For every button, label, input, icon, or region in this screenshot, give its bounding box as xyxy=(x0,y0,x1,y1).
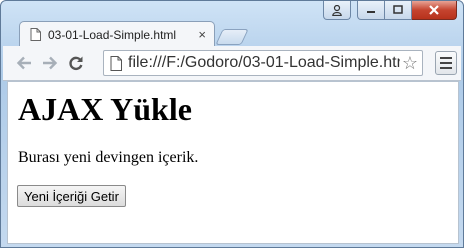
bookmark-star-icon[interactable]: ☆ xyxy=(399,53,418,74)
page-heading: AJAX Yükle xyxy=(18,91,192,127)
minimize-button[interactable] xyxy=(357,1,385,20)
back-button[interactable] xyxy=(11,50,37,76)
browser-tab[interactable]: 03-01-Load-Simple.html × xyxy=(19,21,215,47)
document-icon xyxy=(30,28,41,41)
url-text: file:///F:/Godoro/03-01-Load-Simple.html xyxy=(128,54,414,71)
reload-icon xyxy=(69,56,83,71)
forward-arrow-icon xyxy=(43,56,58,70)
forward-button[interactable] xyxy=(37,50,63,76)
minimize-icon xyxy=(367,11,375,13)
maximize-button[interactable] xyxy=(385,1,412,20)
window-controls xyxy=(323,1,457,23)
user-profile-button[interactable] xyxy=(323,1,351,20)
menu-icon-line xyxy=(440,57,452,59)
page-content: AJAX Yükle Burası yeni devingen içerik. … xyxy=(7,81,459,244)
browser-toolbar: file:///F:/Godoro/03-01-Load-Simple.html… xyxy=(3,46,461,81)
close-icon xyxy=(429,5,439,15)
page-icon xyxy=(110,55,122,71)
menu-icon-line xyxy=(440,62,452,64)
maximize-icon xyxy=(393,5,403,14)
user-icon xyxy=(332,4,342,16)
new-tab-button[interactable] xyxy=(215,29,249,45)
tab-title: 03-01-Load-Simple.html xyxy=(48,27,177,42)
reload-button[interactable] xyxy=(63,50,89,76)
browser-window: 03-01-Load-Simple.html × file:///F:/Godo… xyxy=(0,0,464,248)
address-bar[interactable]: file:///F:/Godoro/03-01-Load-Simple.html… xyxy=(103,50,423,76)
tab-close-icon[interactable]: × xyxy=(198,27,206,42)
load-new-content-button[interactable]: Yeni İçeriği Getir xyxy=(17,185,126,207)
menu-button[interactable] xyxy=(435,51,457,75)
menu-icon-line xyxy=(440,67,452,69)
back-arrow-icon xyxy=(16,56,31,70)
close-window-button[interactable] xyxy=(412,1,457,20)
dynamic-content-paragraph: Burası yeni devingen içerik. xyxy=(18,149,199,166)
